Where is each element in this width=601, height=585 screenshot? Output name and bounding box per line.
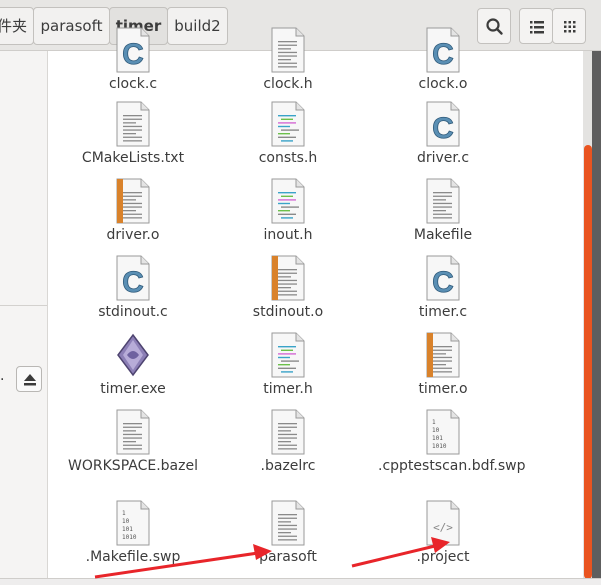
file-name: WORKSPACE.bazel (68, 458, 198, 474)
svg-text:101: 101 (432, 435, 443, 442)
svg-text:1: 1 (432, 419, 436, 426)
sidebar-divider (0, 305, 47, 306)
text-doc-icon (270, 409, 306, 455)
file-item[interactable]: driver.o (58, 178, 208, 244)
file-name: .bazelrc (260, 458, 316, 474)
file-name: driver.c (416, 150, 470, 166)
svg-text:C: C (122, 266, 144, 299)
file-item[interactable]: WORKSPACE.bazel (58, 409, 208, 475)
file-item[interactable]: inout.h (213, 178, 363, 244)
text-doc-icon (115, 409, 151, 455)
c-source-icon: C (425, 27, 461, 73)
file-name: .cpptestscan.bdf.swp (378, 458, 526, 474)
file-name: clock.c (108, 76, 158, 92)
file-item[interactable]: </> .project (368, 500, 518, 566)
eject-button[interactable] (16, 366, 42, 392)
file-name: timer.o (418, 381, 468, 397)
file-name: parasoft (259, 549, 317, 565)
file-name: .project (416, 549, 470, 565)
c-source-icon: C (425, 255, 461, 301)
text-doc-icon (425, 178, 461, 224)
file-name: consts.h (258, 150, 318, 166)
breadcrumb-parent-folder[interactable]: 件夹 (0, 7, 34, 45)
file-item[interactable]: clock.h (213, 27, 363, 93)
file-item[interactable]: parasoft (213, 500, 363, 566)
file-item[interactable]: 1 10 101 1010 .cpptestscan.bdf.swp (368, 409, 526, 475)
scrollbar-thumb[interactable] (584, 145, 592, 579)
c-source-icon: C (115, 255, 151, 301)
code-doc-icon (270, 332, 306, 378)
svg-text:101: 101 (122, 526, 133, 533)
code-doc-icon (270, 178, 306, 224)
svg-text:1: 1 (122, 510, 126, 517)
file-name: timer.c (418, 304, 468, 320)
file-item[interactable]: timer.o (368, 332, 518, 398)
file-name: clock.h (263, 76, 313, 92)
window-edge (592, 51, 601, 585)
c-source-icon: C (425, 101, 461, 147)
binary-file-icon: 1 10 101 1010 (425, 409, 461, 455)
list-view-button[interactable] (519, 8, 553, 44)
file-item[interactable]: 1 10 101 1010 .Makefile.swp (58, 500, 208, 566)
executable-icon (115, 332, 151, 378)
list-view-icon (530, 21, 544, 34)
c-source-icon: C (115, 27, 151, 73)
code-doc-icon (270, 101, 306, 147)
file-name: timer.h (263, 381, 313, 397)
object-file-icon (270, 255, 306, 301)
svg-text:10: 10 (432, 427, 440, 434)
file-item[interactable]: consts.h (213, 101, 363, 167)
file-item[interactable]: timer.h (213, 332, 363, 398)
svg-text:</>: </> (433, 521, 453, 534)
object-file-icon (425, 332, 461, 378)
object-file-icon (115, 178, 151, 224)
file-name: stdinout.c (98, 304, 168, 320)
file-name: driver.o (106, 227, 160, 243)
xml-file-icon: </> (425, 500, 461, 546)
file-item[interactable]: timer.exe (58, 332, 208, 398)
file-item[interactable]: Ctimer.c (368, 255, 518, 321)
file-item[interactable]: Makefile (368, 178, 518, 244)
file-name: .Makefile.swp (85, 549, 181, 565)
file-name: inout.h (263, 227, 313, 243)
binary-file-icon: 1 10 101 1010 (115, 500, 151, 546)
svg-text:C: C (432, 266, 454, 299)
file-item[interactable]: Cclock.o (368, 27, 518, 93)
file-name: stdinout.o (252, 304, 324, 320)
sidebar (0, 51, 48, 585)
text-doc-icon (270, 27, 306, 73)
grid-menu-icon (564, 21, 576, 33)
svg-text:1010: 1010 (122, 534, 137, 541)
svg-text:1010: 1010 (432, 443, 447, 450)
file-item[interactable]: Cclock.c (58, 27, 208, 93)
file-name: CMakeLists.txt (81, 150, 185, 166)
text-doc-icon (115, 101, 151, 147)
file-name: timer.exe (100, 381, 166, 397)
status-strip (0, 578, 601, 585)
file-item[interactable]: stdinout.o (213, 255, 363, 321)
svg-text:C: C (122, 38, 144, 71)
text-doc-icon (270, 500, 306, 546)
file-item[interactable]: .bazelrc (213, 409, 363, 475)
file-name: Makefile (413, 227, 473, 243)
eject-icon (24, 374, 36, 386)
file-item[interactable]: Cstdinout.c (58, 255, 208, 321)
file-item[interactable]: Cdriver.c (368, 101, 518, 167)
svg-text:C: C (432, 112, 454, 145)
svg-text:10: 10 (122, 518, 130, 525)
svg-text:C: C (432, 38, 454, 71)
sidebar-item-fragment[interactable]: . (0, 368, 4, 384)
file-name: clock.o (418, 76, 468, 92)
file-item[interactable]: CMakeLists.txt (58, 101, 208, 167)
menu-button[interactable] (552, 8, 586, 44)
